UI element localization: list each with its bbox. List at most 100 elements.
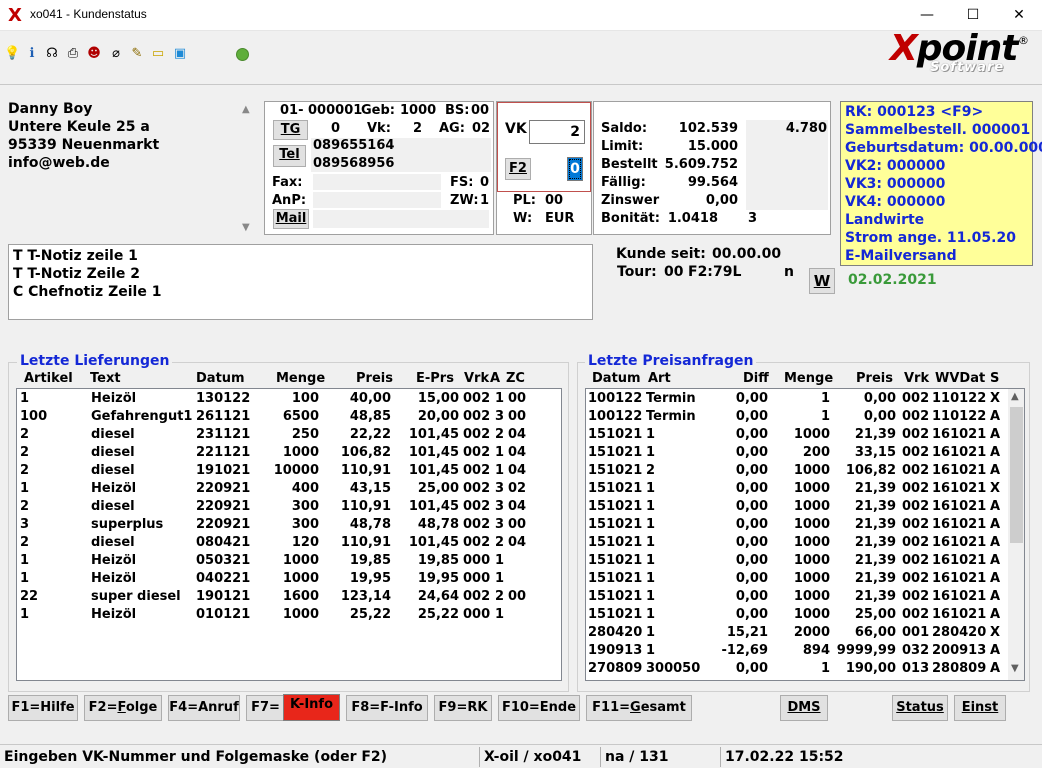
preisanfrage-row[interactable]: 100122 Termin 0,00 1 0,00 002 110122 X (586, 391, 1006, 409)
notes-box[interactable]: T T-Notiz zeile 1 T T-Notiz Zeile 2 C Ch… (8, 244, 593, 320)
lieferungen-header[interactable]: Artikel (24, 371, 73, 386)
minimize-button[interactable]: — (904, 0, 950, 31)
lieferung-row[interactable]: 2 diesel 221121 1000 106,82 101,45 002 1 04 (17, 445, 561, 463)
f11-gesamt-button[interactable]: F11=Gesamt (586, 695, 692, 721)
preisanfragen-header[interactable]: Datum (592, 371, 641, 386)
lieferungen-header[interactable]: A (490, 371, 500, 386)
table-cell: 110122 (932, 391, 987, 406)
lieferungen-header[interactable]: Preis (356, 371, 393, 386)
preisanfragen-list[interactable]: 270809 300050 0,00 1 190,00 013 280809 A 190913 1… (585, 388, 1025, 681)
preisanfrage-row[interactable]: 151021 1 0,00 1000 21,39 002 161021 A (586, 427, 1006, 445)
f2-folge-button[interactable]: F2=Folge (84, 695, 162, 721)
f1-help-button[interactable]: F1=Hilfe (8, 695, 78, 721)
clipboard-icon[interactable]: ✎ (129, 45, 145, 63)
preisanfrage-row[interactable]: 151021 1 0,00 1000 25,00 002 161021 A (586, 607, 1006, 625)
preisanfrage-row[interactable]: 270809 300050 0,00 1 190,00 013 280809 A (586, 661, 1006, 679)
preisanfragen-header[interactable]: Menge (784, 371, 833, 386)
lieferung-row[interactable]: 1 Heizöl 220921 400 43,15 25,00 002 3 02 (17, 481, 561, 499)
preisanfrage-row[interactable]: 151021 1 0,00 1000 21,39 002 161021 A (586, 535, 1006, 553)
table-cell: 200 (802, 445, 830, 460)
lieferungen-header[interactable]: Menge (276, 371, 325, 386)
preisanfrage-row[interactable]: 151021 1 0,00 1000 21,39 002 161021 A (586, 499, 1006, 517)
lieferungen-header[interactable]: Datum (196, 371, 245, 386)
f4-anruf-button[interactable]: F4=Anruf (168, 695, 240, 721)
users-icon[interactable]: ☻ (86, 45, 102, 63)
address-scroll-up-icon[interactable]: ▲ (242, 104, 250, 115)
einst-button[interactable]: Einst (954, 695, 1006, 721)
preisanfragen-header[interactable]: S (990, 371, 999, 386)
lieferungen-header[interactable]: ZC (506, 371, 525, 386)
headset-icon[interactable]: ☊ (44, 45, 60, 63)
preisanfragen-header[interactable]: Vrk (904, 371, 929, 386)
address-scroll-down-icon[interactable]: ▼ (242, 222, 250, 233)
table-cell: 2 (20, 427, 30, 442)
lieferungen-header[interactable]: E-Prs (416, 371, 454, 386)
lieferung-row[interactable]: 1 Heizöl 130122 100 40,00 15,00 002 1 00 (17, 391, 561, 409)
table-cell: 100 (20, 409, 48, 424)
folder-icon[interactable]: ▭ (150, 45, 166, 63)
lieferungen-header[interactable]: Text (90, 371, 121, 386)
preisanfrage-row[interactable]: 151021 1 0,00 1000 21,39 002 161021 A (586, 517, 1006, 535)
preisanfrage-row[interactable]: 151021 1 0,00 200 33,15 002 161021 A (586, 445, 1006, 463)
table-cell: 25,00 (854, 607, 896, 622)
tel-button[interactable]: Tel (273, 145, 306, 167)
preisanfrage-row[interactable]: 151021 1 0,00 1000 21,39 002 161021 A (586, 553, 1006, 571)
lieferung-row[interactable]: 1 Heizöl 010121 1000 25,22 25,22 000 1 (17, 607, 561, 625)
table-cell: diesel (91, 499, 135, 514)
table-cell: 1 (495, 463, 505, 478)
lieferung-row[interactable]: 2 diesel 191021 10000 110,91 101,45 002 1 04 (17, 463, 561, 481)
lieferung-row[interactable]: 2 diesel 080421 120 110,91 101,45 002 2 04 (17, 535, 561, 553)
preisanfrage-row[interactable]: 190913 1 -12,69 894 9999,99 032 200913 A (586, 643, 1006, 661)
table-cell: Heizöl (91, 553, 137, 568)
table-cell: 3 (495, 481, 505, 496)
lieferung-row[interactable]: 2 diesel 231121 250 22,22 101,45 002 2 04 (17, 427, 561, 445)
lieferung-row[interactable]: 2 diesel 220921 300 110,91 101,45 002 3 04 (17, 499, 561, 517)
printer-icon[interactable]: ⎙ (65, 45, 81, 63)
f8-finfo-button[interactable]: F8=F-Info (346, 695, 428, 721)
w-button[interactable]: W (809, 268, 835, 294)
table-cell: 1000 (793, 589, 830, 604)
preisanfrage-row[interactable]: 151021 2 0,00 1000 106,82 002 161021 A (586, 463, 1006, 481)
f2-input[interactable]: 0 (567, 157, 583, 181)
info-chat-icon[interactable]: ℹ (24, 45, 40, 63)
preisanfrage-row[interactable]: 151021 1 0,00 1000 21,39 002 161021 X (586, 481, 1006, 499)
f9-rk-button[interactable]: F9=RK (434, 695, 492, 721)
mail-button[interactable]: Mail (273, 209, 309, 229)
lieferungen-header[interactable]: Vrk (464, 371, 489, 386)
lieferung-row[interactable]: 100 Gefahrengut1 261121 6500 48,85 20,00 002 3 0… (17, 409, 561, 427)
tg-button[interactable]: TG (273, 120, 308, 140)
lightbulb-icon[interactable]: 💡 (4, 45, 20, 63)
dms-button[interactable]: DMS (780, 695, 828, 721)
lieferung-row[interactable]: 1 Heizöl 050321 1000 19,85 19,85 000 1 (17, 553, 561, 571)
lieferung-row[interactable]: 1 Heizöl 040221 1000 19,95 19,95 000 1 (17, 571, 561, 589)
saldo-label: Saldo: (601, 121, 648, 136)
f10-ende-button[interactable]: F10=Ende (498, 695, 580, 721)
lieferungen-list[interactable]: 1 Heizöl 130122 100 40,00 15,00 002 1 00 100 Gefah… (16, 388, 562, 681)
table-cell: 000 (463, 607, 491, 622)
table-cell: 120 (291, 535, 319, 550)
preisanfragen-scrollbar[interactable]: ▲ ▼ (1008, 389, 1024, 680)
vk-input[interactable]: 2 (529, 120, 585, 144)
preisanfrage-row[interactable]: 280420 1 15,21 2000 66,00 001 280420 X (586, 625, 1006, 643)
preisanfragen-header[interactable]: Diff (743, 371, 769, 386)
scrollbar-thumb[interactable] (1010, 407, 1023, 543)
table-cell: 002 (902, 463, 930, 478)
scroll-up-icon[interactable]: ▲ (1011, 391, 1019, 402)
paperclip-icon[interactable]: ⌀ (108, 45, 124, 63)
message-icon[interactable]: ▣ (172, 45, 188, 63)
k-info-button[interactable]: K-Info (283, 694, 340, 721)
preisanfragen-header[interactable]: WVDat (935, 371, 985, 386)
preisanfrage-row[interactable]: 100122 Termin 0,00 1 0,00 002 110122 A (586, 409, 1006, 427)
lieferung-row[interactable]: 3 superplus 220921 300 48,78 48,78 002 3 00 (17, 517, 561, 535)
scroll-down-icon[interactable]: ▼ (1011, 663, 1019, 674)
maximize-button[interactable]: ☐ (950, 0, 996, 31)
lieferung-row[interactable]: 22 super diesel 190121 1600 123,14 24,64 002 2 0… (17, 589, 561, 607)
preisanfrage-row[interactable]: 151021 1 0,00 1000 21,39 002 161021 A (586, 589, 1006, 607)
preisanfragen-header[interactable]: Preis (856, 371, 893, 386)
close-button[interactable]: ✕ (996, 0, 1042, 31)
f2-button[interactable]: F2 (505, 158, 531, 180)
f7-button[interactable]: F7= (246, 695, 284, 721)
preisanfragen-header[interactable]: Art (648, 371, 671, 386)
status-button[interactable]: Status (892, 695, 948, 721)
preisanfrage-row[interactable]: 151021 1 0,00 1000 21,39 002 161021 A (586, 571, 1006, 589)
